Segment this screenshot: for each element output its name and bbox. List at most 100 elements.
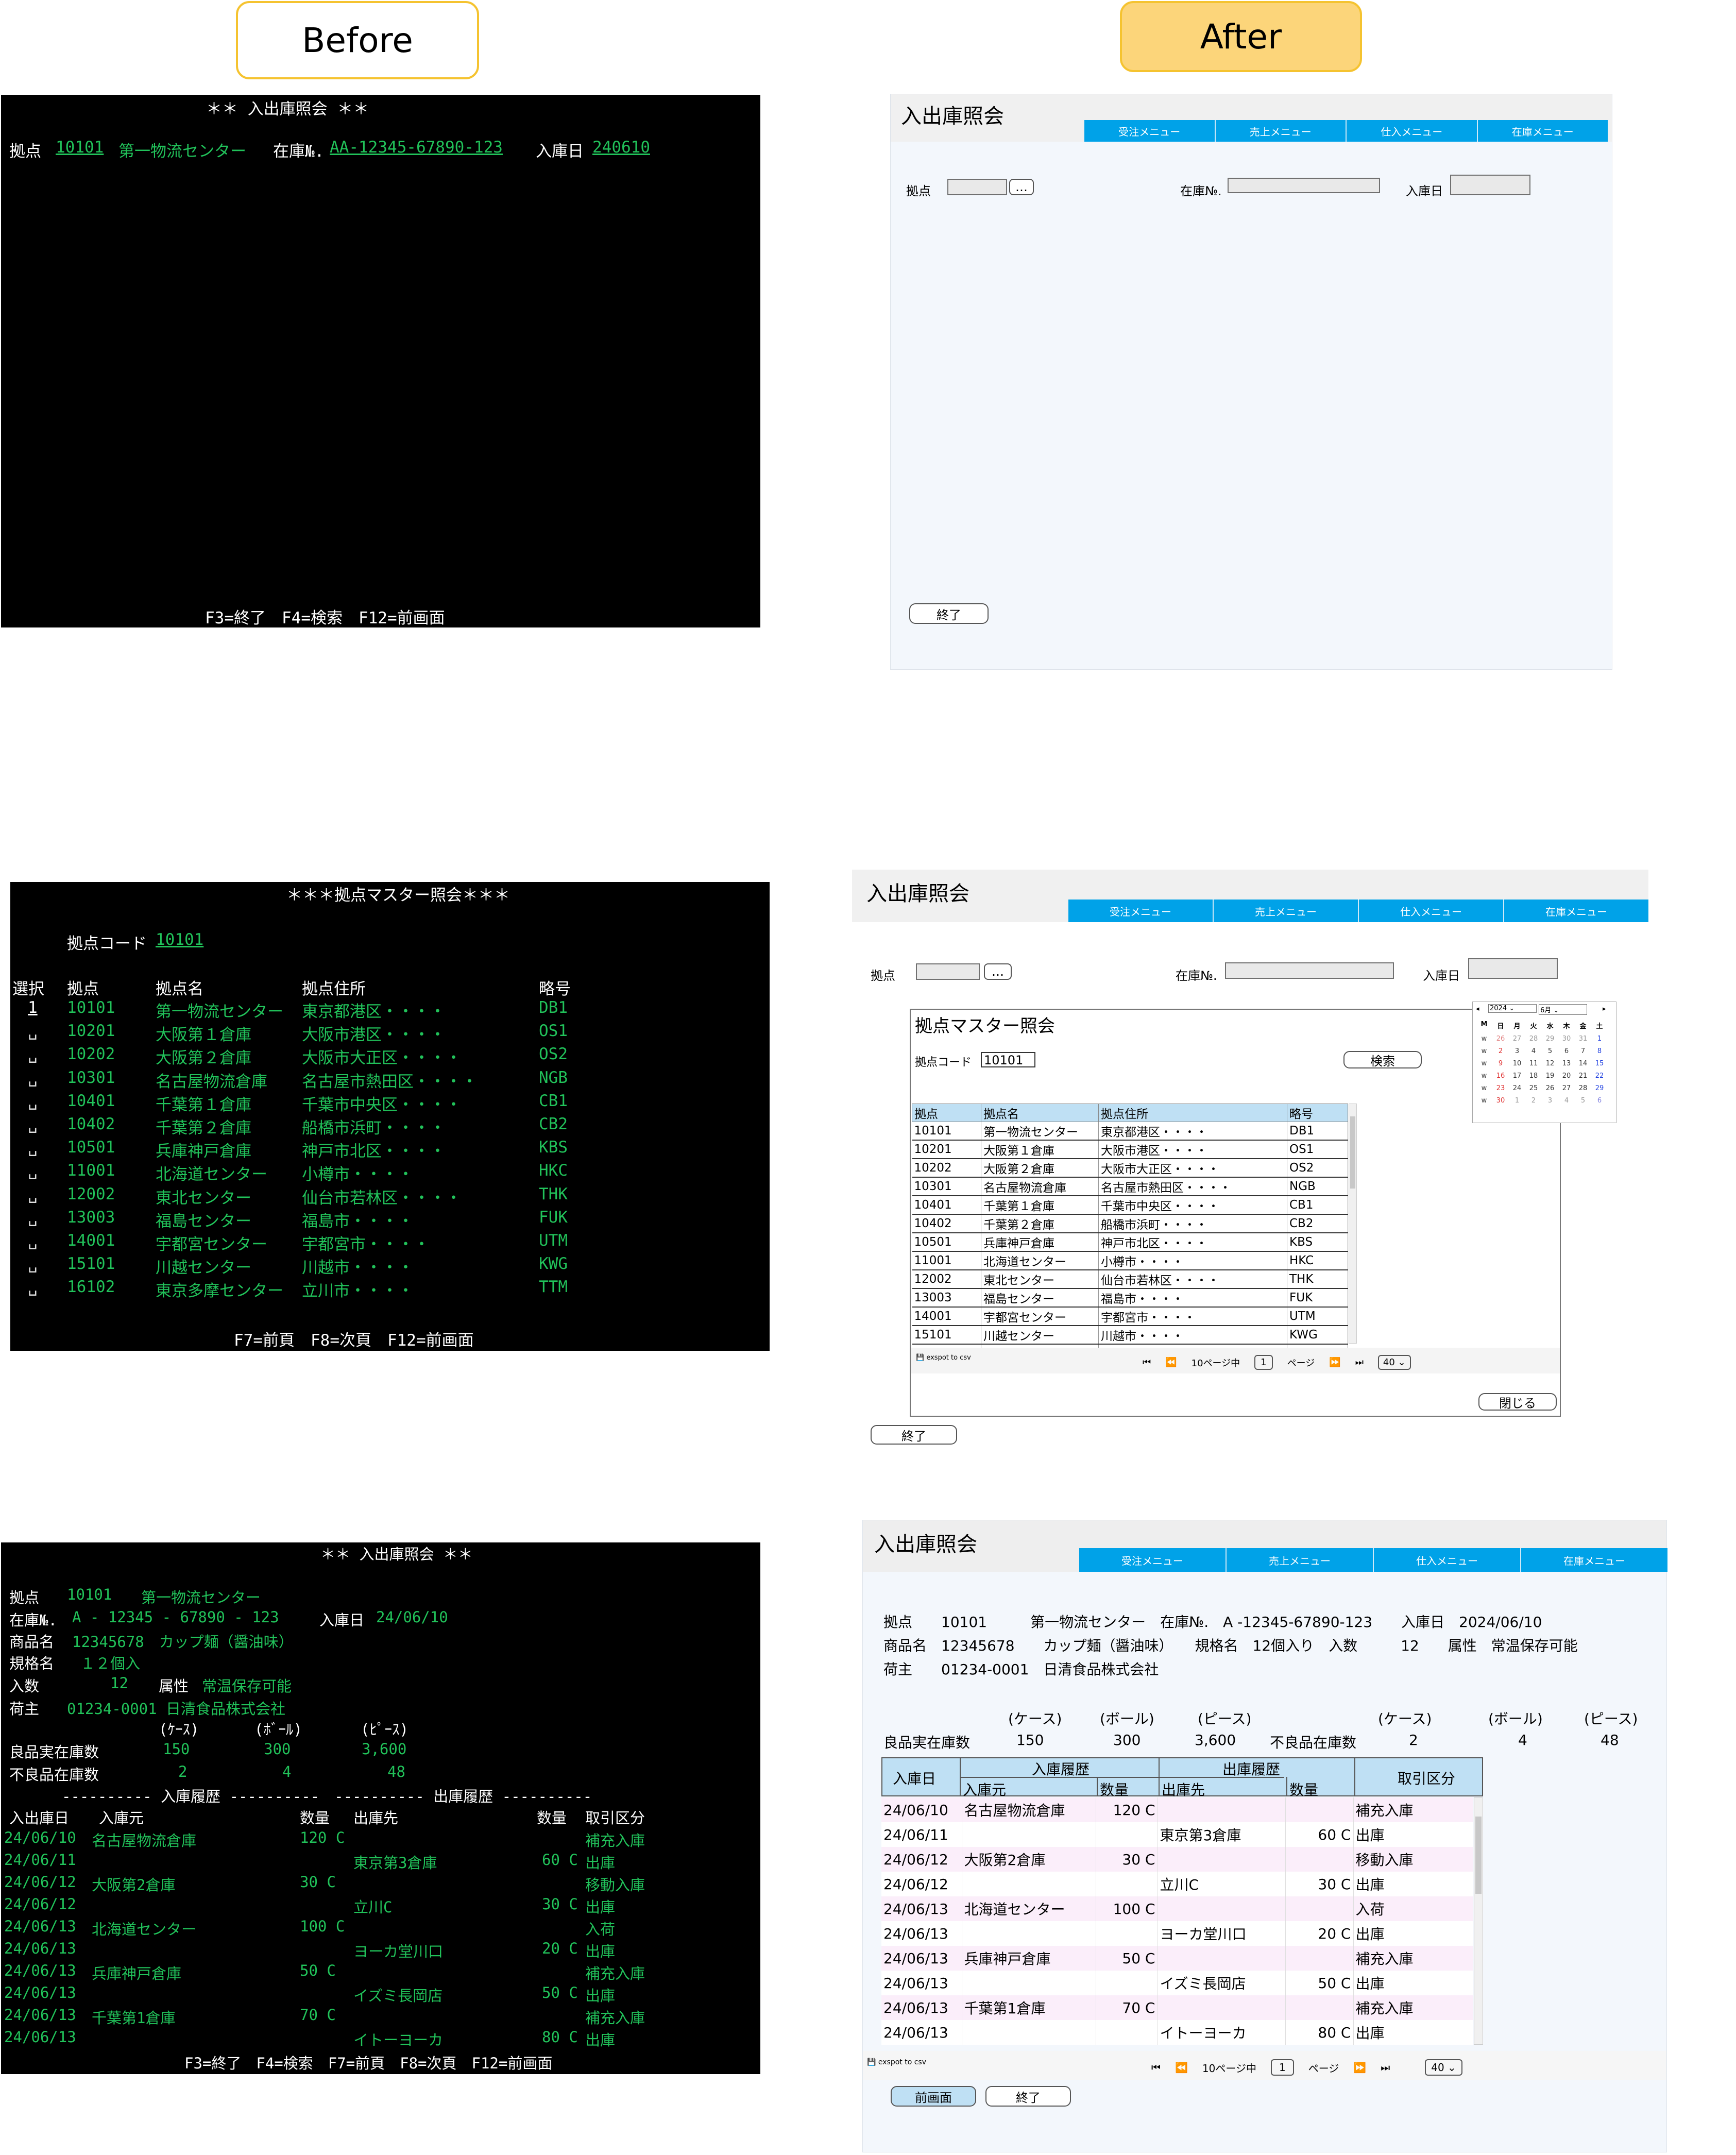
select-field[interactable]: 1 (28, 998, 38, 1017)
calendar-day[interactable]: 30 (1558, 1035, 1575, 1043)
calendar-day[interactable]: 28 (1525, 1035, 1542, 1043)
export-csv-link[interactable]: 💾 exspot to csv (867, 2058, 926, 2066)
grid-scrollbar[interactable] (1349, 1104, 1357, 1344)
calendar-day[interactable]: 2 (1525, 1097, 1542, 1105)
col-in-qty[interactable]: 数量 (1100, 1779, 1129, 1800)
calendar-day[interactable]: 31 (1575, 1035, 1591, 1043)
menu-uriage[interactable]: 売上メニュー (1214, 900, 1359, 922)
table-row[interactable]: 10402 千葉第２倉庫 船橋市浜町・・・・ CB2 (912, 1214, 1348, 1233)
last-page-icon[interactable]: ⏭ (1381, 2061, 1390, 2074)
select-field[interactable]: ␣ (28, 1092, 38, 1110)
calendar-day[interactable]: 29 (1591, 1084, 1608, 1092)
table-row[interactable]: 12002 東北センター 仙台市若林区・・・・ THK (912, 1270, 1348, 1289)
calendar-day[interactable]: 9 (1492, 1060, 1509, 1067)
table-row[interactable]: 13003 福島センター 福島市・・・・ FUK (912, 1288, 1348, 1308)
calendar-day[interactable]: 27 (1509, 1035, 1525, 1043)
select-field[interactable]: ␣ (28, 1161, 38, 1180)
select-field[interactable]: ␣ (28, 1045, 38, 1063)
calendar-day[interactable]: 30 (1492, 1097, 1509, 1105)
table-row[interactable]: 24/06/12 立川C 30 C 出庫 (881, 1872, 1473, 1896)
table-row[interactable]: 14001 宇都宮センター 宇都宮市・・・・ UTM (912, 1307, 1348, 1326)
zaiko-input[interactable] (1228, 178, 1380, 193)
table-row[interactable]: 11001 北海道センター 小樽市・・・・ HKC (912, 1251, 1348, 1270)
menu-zaiko[interactable]: 在庫メニュー (1521, 1548, 1667, 1572)
end-button[interactable]: 終了 (985, 2086, 1071, 2107)
calendar-day[interactable]: 12 (1542, 1060, 1558, 1067)
history-scrollbar[interactable] (1474, 1797, 1483, 2045)
code-input[interactable]: 10101 (981, 1052, 1035, 1067)
kyoten-input[interactable] (916, 963, 980, 980)
table-row[interactable]: 24/06/13 イトーヨーカ 80 C 出庫 (881, 2020, 1473, 2045)
calendar-day[interactable]: 8 (1591, 1047, 1608, 1055)
menu-zaiko[interactable]: 在庫メニュー (1478, 120, 1608, 142)
table-row[interactable]: 24/06/13 イズミ長岡店 50 C 出庫 (881, 1971, 1473, 1995)
calendar-day[interactable]: 11 (1525, 1060, 1542, 1067)
calendar-day[interactable]: 3 (1509, 1047, 1525, 1055)
search-button[interactable]: 検索 (1343, 1051, 1422, 1068)
table-row[interactable]: 15101 川越センター 川越市・・・・ KWG (912, 1326, 1348, 1345)
col-name[interactable]: 拠点名 (981, 1104, 1099, 1122)
date-input[interactable] (1450, 175, 1530, 195)
col-out-qty[interactable]: 数量 (1289, 1779, 1318, 1800)
year-select[interactable]: 2024 ⌄ (1488, 1004, 1537, 1013)
col-in-from[interactable]: 入庫元 (963, 1779, 1006, 1800)
date-input[interactable] (1468, 958, 1558, 979)
first-page-icon[interactable]: ⏮ (1151, 2061, 1161, 2074)
kyoten-lookup-button[interactable]: … (984, 963, 1012, 980)
col-abbr[interactable]: 略号 (1287, 1104, 1348, 1122)
table-row[interactable]: 10301 名古屋物流倉庫 名古屋市熱田区・・・・ NGB (912, 1177, 1348, 1196)
prev-screen-button[interactable]: 前画面 (891, 2086, 976, 2107)
last-page-icon[interactable]: ⏭ (1355, 1357, 1364, 1368)
table-row[interactable]: 24/06/13 北海道センター 100 C 入荷 (881, 1896, 1473, 1921)
menu-uriage[interactable]: 売上メニュー (1216, 120, 1347, 142)
col-kyoten[interactable]: 拠点 (912, 1104, 981, 1122)
select-field[interactable]: ␣ (28, 1278, 38, 1296)
select-field[interactable]: ␣ (28, 1022, 38, 1040)
select-field[interactable]: ␣ (28, 1208, 38, 1227)
next-page-icon[interactable]: ⏩ (1329, 1357, 1340, 1368)
date-field[interactable]: 240610 (592, 138, 650, 157)
select-field[interactable]: ␣ (28, 1138, 38, 1157)
menu-uriage[interactable]: 売上メニュー (1227, 1548, 1374, 1572)
menu-shiire[interactable]: 仕入メニュー (1359, 900, 1504, 922)
kyoten-field[interactable]: 10101 (56, 138, 104, 157)
calendar-day[interactable]: 16 (1492, 1072, 1509, 1080)
kyoten-lookup-button[interactable]: … (1009, 179, 1034, 195)
calendar-day[interactable]: 21 (1575, 1072, 1591, 1080)
table-row[interactable]: 10501 兵庫神戸倉庫 神戸市北区・・・・ KBS (912, 1233, 1348, 1252)
table-row[interactable]: 24/06/11 東京第3倉庫 60 C 出庫 (881, 1822, 1473, 1847)
select-field[interactable]: ␣ (28, 1185, 38, 1203)
calendar-day[interactable]: 15 (1591, 1060, 1608, 1067)
page-size-select[interactable]: 40 ⌄ (1377, 1355, 1411, 1370)
prev-month-icon[interactable]: ◂ (1476, 1005, 1479, 1013)
calendar-day[interactable]: 1 (1509, 1097, 1525, 1105)
menu-zaiko[interactable]: 在庫メニュー (1504, 900, 1648, 922)
table-row[interactable]: 24/06/13 千葉第1倉庫 70 C 補充入庫 (881, 1995, 1473, 2020)
zaiko-field[interactable]: AA-12345-67890-123 (330, 138, 503, 157)
calendar-day[interactable]: 13 (1558, 1060, 1575, 1067)
select-field[interactable]: ␣ (28, 1231, 38, 1250)
table-row[interactable]: 10201 大阪第１倉庫 大阪市港区・・・・ OS1 (912, 1140, 1348, 1159)
calendar-day[interactable]: 6 (1591, 1097, 1608, 1105)
page-input[interactable]: 1 (1254, 1355, 1273, 1370)
scrollbar-thumb[interactable] (1350, 1116, 1355, 1189)
calendar-day[interactable]: 2 (1492, 1047, 1509, 1055)
calendar-day[interactable]: 27 (1558, 1084, 1575, 1092)
first-page-icon[interactable]: ⏮ (1143, 1357, 1151, 1368)
calendar-day[interactable]: 3 (1542, 1097, 1558, 1105)
col-kind[interactable]: 取引区分 (1398, 1768, 1455, 1788)
calendar-day[interactable]: 26 (1542, 1084, 1558, 1092)
end-button[interactable]: 終了 (909, 603, 989, 624)
prev-page-icon[interactable]: ⏪ (1165, 1357, 1177, 1368)
table-row[interactable]: 10202 大阪第２倉庫 大阪市大正区・・・・ OS2 (912, 1159, 1348, 1178)
calendar-day[interactable]: 14 (1575, 1060, 1591, 1067)
calendar-day[interactable]: 25 (1525, 1084, 1542, 1092)
next-month-icon[interactable]: ▸ (1603, 1005, 1606, 1013)
calendar-day[interactable]: 29 (1542, 1035, 1558, 1043)
calendar-day[interactable]: 10 (1509, 1060, 1525, 1067)
col-address[interactable]: 拠点住所 (1098, 1104, 1287, 1122)
calendar-day[interactable]: 20 (1558, 1072, 1575, 1080)
table-row[interactable]: 24/06/13 兵庫神戸倉庫 50 C 補充入庫 (881, 1946, 1473, 1971)
table-row[interactable]: 24/06/10 名古屋物流倉庫 120 C 補充入庫 (881, 1797, 1473, 1822)
menu-juchu[interactable]: 受注メニュー (1079, 1548, 1227, 1572)
